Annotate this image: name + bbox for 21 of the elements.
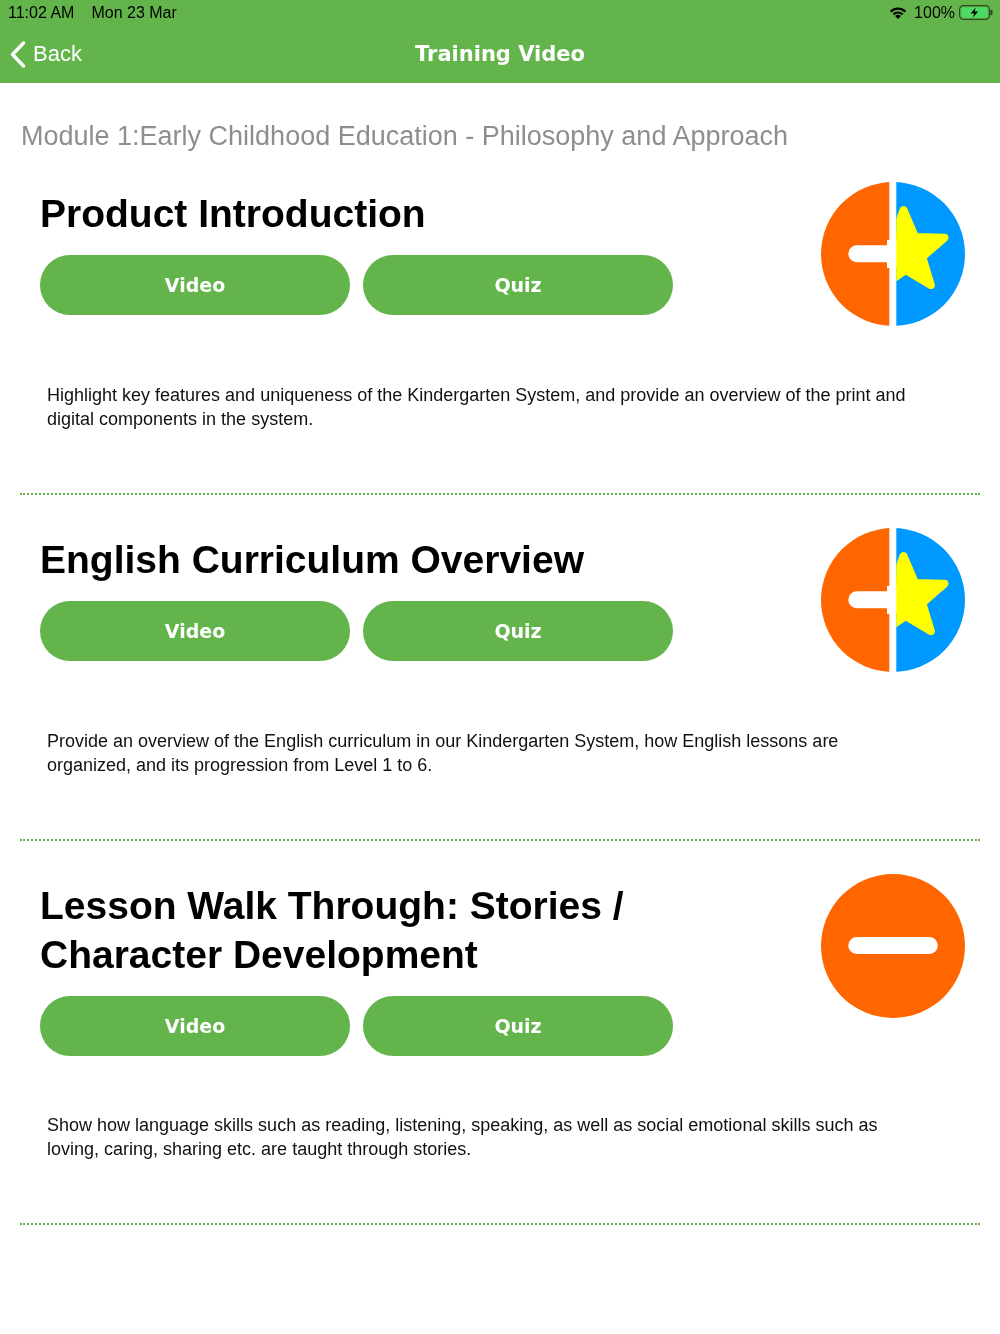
video-button[interactable]: Video xyxy=(40,601,350,661)
lesson-description: Highlight key features and uniqueness of the Kindergarten System, and provide an overview of the print and digital components in the system. xyxy=(47,384,907,431)
video-button[interactable]: Video xyxy=(40,255,350,315)
quiz-button[interactable]: Quiz xyxy=(363,255,673,315)
status-time: 11:02 AM xyxy=(8,3,75,22)
quiz-button[interactable]: Quiz xyxy=(363,601,673,661)
status-date: Mon 23 Mar xyxy=(91,3,177,22)
quiz-button[interactable]: Quiz xyxy=(363,996,673,1056)
screen-title: Training Video xyxy=(415,42,585,66)
video-button[interactable]: Video xyxy=(40,996,350,1056)
battery-percentage: 100% xyxy=(914,3,955,22)
lesson-description: Show how language skills such as reading, listening, speaking, as well as social emotional skills such as loving, caring, sharing etc. are taught through stories. xyxy=(47,1114,879,1161)
lesson-title: Product Introduction xyxy=(40,191,427,237)
module-title: Module 1:Early Childhood Education - Philosophy and Approach xyxy=(21,123,789,149)
back-button[interactable]: Back xyxy=(0,32,86,76)
chevron-left-icon xyxy=(10,40,26,68)
lesson-description: Provide an overview of the English curriculum in our Kindergarten System, how English lessons are organized, and its progression from Level 1 to 6. xyxy=(47,730,840,777)
battery-charging-icon xyxy=(959,5,993,20)
lesson-title: English Curriculum Overview xyxy=(40,537,585,583)
lesson-title: Lesson Walk Through: Stories / Character Development xyxy=(40,883,625,978)
wifi-icon xyxy=(889,6,908,19)
